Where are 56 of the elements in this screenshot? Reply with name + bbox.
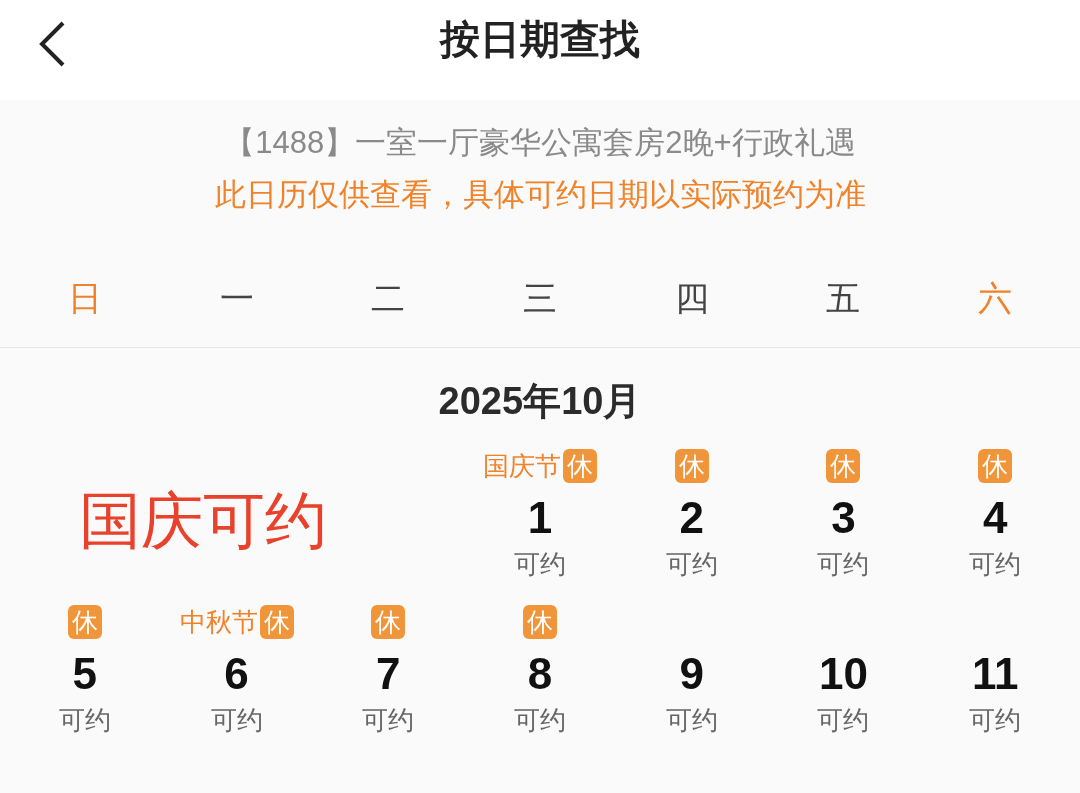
day-number: 8 [527, 648, 553, 700]
rest-day-badge: 休 [523, 605, 557, 639]
back-chevron-icon [37, 20, 67, 68]
day-number: 6 [224, 648, 249, 700]
weekday-label: 日 [67, 278, 102, 319]
day-number: 7 [376, 648, 401, 700]
availability-label: 可约 [58, 704, 111, 737]
rest-day-badge: 休 [67, 605, 102, 639]
rest-day-badge: 休 [978, 449, 1013, 483]
availability-label: 可约 [665, 704, 718, 737]
calendar-day[interactable]: 中秋节 休 6 可约 [160, 604, 313, 738]
weekday-label: 三 [523, 278, 557, 319]
day-number: 11 [971, 648, 1019, 700]
calendar-day[interactable]: 国庆节 休 1 可约 [464, 448, 616, 582]
rest-day-badge: 休 [826, 449, 861, 483]
rest-day-badge: 休 [674, 449, 709, 483]
holiday-name: 中秋节 [179, 605, 258, 639]
availability-label: 可约 [514, 704, 566, 737]
weekday-label: 四 [674, 278, 709, 319]
weekday-label: 六 [978, 278, 1013, 319]
availability-label: 可约 [817, 548, 870, 581]
availability-label: 可约 [514, 548, 566, 581]
rest-day-badge: 休 [371, 605, 406, 639]
day-number: 5 [72, 648, 98, 700]
product-name: 【1488】一室一厅豪华公寓套房2晚+行政礼遇 [224, 124, 856, 162]
day-number: 4 [982, 492, 1008, 544]
availability-label: 可约 [362, 704, 415, 737]
weekday-label: 五 [826, 278, 861, 319]
calendar-day[interactable]: 休 7 可约 [312, 604, 465, 738]
availability-label: 可约 [210, 704, 263, 737]
day-number: 9 [679, 648, 704, 700]
day-number: 10 [818, 648, 868, 700]
availability-label: 可约 [969, 704, 1022, 737]
calendar-day[interactable]: 休 3 可约 [767, 448, 920, 582]
notice-text: 此日历仅供查看，具体可约日期以实际预约为准 [214, 176, 866, 214]
rest-day-badge: 休 [563, 449, 597, 483]
day-number: 1 [527, 492, 553, 544]
calendar-day[interactable]: 9 可约 [615, 604, 768, 738]
page-title: 按日期查找 [440, 16, 640, 63]
weekday-label: 一 [219, 278, 254, 319]
calendar-day[interactable]: 休 2 可约 [615, 448, 768, 582]
availability-label: 可约 [665, 548, 718, 581]
annotation-text: 国庆可约 [79, 484, 327, 557]
calendar-day[interactable]: 10 可约 [767, 604, 920, 738]
day-number: 3 [831, 492, 856, 544]
calendar-day[interactable]: 休 8 可约 [464, 604, 616, 738]
calendar-day[interactable]: 11 可约 [919, 604, 1071, 738]
month-title: 2025年10月 [437, 379, 643, 424]
holiday-name: 国庆节 [483, 449, 561, 483]
calendar-day[interactable]: 休 5 可约 [9, 604, 161, 738]
availability-label: 可约 [817, 704, 870, 737]
day-number: 2 [679, 492, 704, 544]
availability-label: 可约 [969, 548, 1022, 581]
weekday-label: 二 [371, 278, 406, 319]
rest-day-badge: 休 [259, 605, 294, 639]
calendar-day[interactable]: 休 4 可约 [919, 448, 1071, 582]
